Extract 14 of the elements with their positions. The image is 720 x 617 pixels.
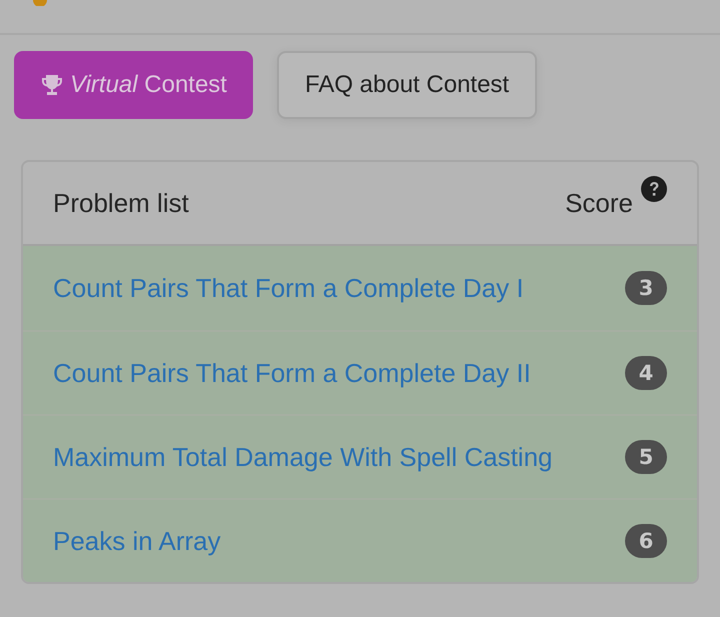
score-badge: 5 [625, 440, 667, 474]
problem-link[interactable]: Count Pairs That Form a Complete Day I [53, 272, 524, 304]
trophy-icon [40, 73, 64, 97]
faq-button[interactable]: FAQ about Contest [276, 51, 538, 119]
column-header: Problem list [53, 188, 189, 218]
virtual-contest-button[interactable]: Virtual Contest [14, 51, 253, 119]
problem-link[interactable]: Peaks in Array [53, 526, 221, 556]
score-badge: 4 [625, 356, 667, 390]
score-badge: 6 [625, 524, 667, 558]
problem-link[interactable]: Count Pairs That Form a Complete Day II [53, 358, 531, 388]
score-badge: 3 [625, 271, 667, 305]
problem-link[interactable]: Maximum Total Damage With Spell Casting [53, 442, 552, 472]
help-icon[interactable] [641, 176, 667, 202]
column-header: Score [565, 188, 633, 218]
